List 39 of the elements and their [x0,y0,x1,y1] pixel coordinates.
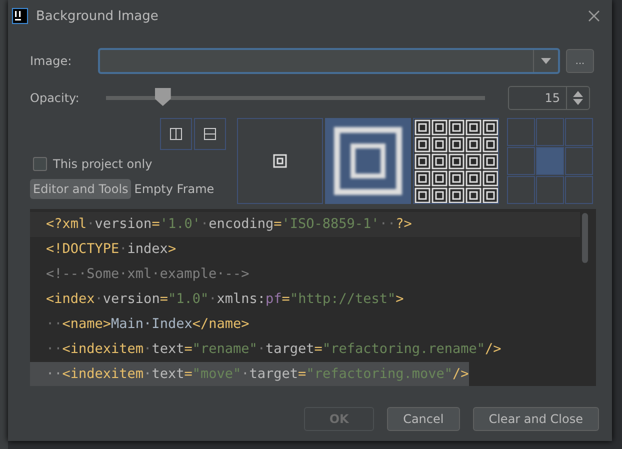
code-line: <!--·Some·xml·example·--> [45,265,250,284]
vertical-split-button[interactable] [160,118,192,150]
columns-icon [170,128,182,140]
code-line: <!DOCTYPE·index> [45,240,176,259]
code-line: ··<name>Main·Index</name> [45,315,250,334]
anchor-cell[interactable] [565,176,593,204]
scrollbar-thumb[interactable] [582,213,588,263]
anchor-cell[interactable] [507,118,535,146]
fill-mode-option[interactable] [325,118,411,204]
fill-mode-option[interactable] [413,118,499,204]
code-line: <index·version="1.0"·xmlns:pf="http://test"> [45,290,404,309]
dialog-button[interactable]: Cancel [387,407,460,431]
this-project-only-checkbox[interactable]: This project only [33,157,235,171]
rows-icon [204,128,216,140]
image-label: Image: [30,54,73,68]
anchor-cell[interactable] [565,147,593,175]
anchor-cell[interactable] [565,118,593,146]
window-title: Background Image [36,8,160,24]
image-combo-box[interactable] [98,48,560,74]
opacity-spinner[interactable]: 15 [508,86,590,110]
opacity-label: Opacity: [30,91,80,105]
anchor-cell[interactable] [536,147,564,175]
framed-square-icon [273,154,287,168]
browse-button[interactable]: ... [566,49,594,73]
app-logo-icon [12,8,28,24]
anchor-cell[interactable] [536,118,564,146]
slider-thumb[interactable] [154,88,171,106]
tiled-squares-icon [414,119,498,203]
dropdown-caret-icon[interactable] [541,58,551,64]
up-down-arrows-icon[interactable] [573,91,583,105]
tab[interactable]: Empty Frame [131,179,218,199]
tab[interactable]: Editor and Tools [30,179,132,199]
anchor-cell[interactable] [507,176,535,204]
code-line: ··<indexitem·text="rename"·target="refactoring.rename"/> [45,340,502,359]
horizontal-split-button[interactable] [194,118,226,150]
close-icon[interactable] [588,10,600,22]
dialog-button[interactable]: Clear and Close [472,407,599,431]
anchor-cell[interactable] [507,147,535,175]
anchor-cell[interactable] [536,176,564,204]
